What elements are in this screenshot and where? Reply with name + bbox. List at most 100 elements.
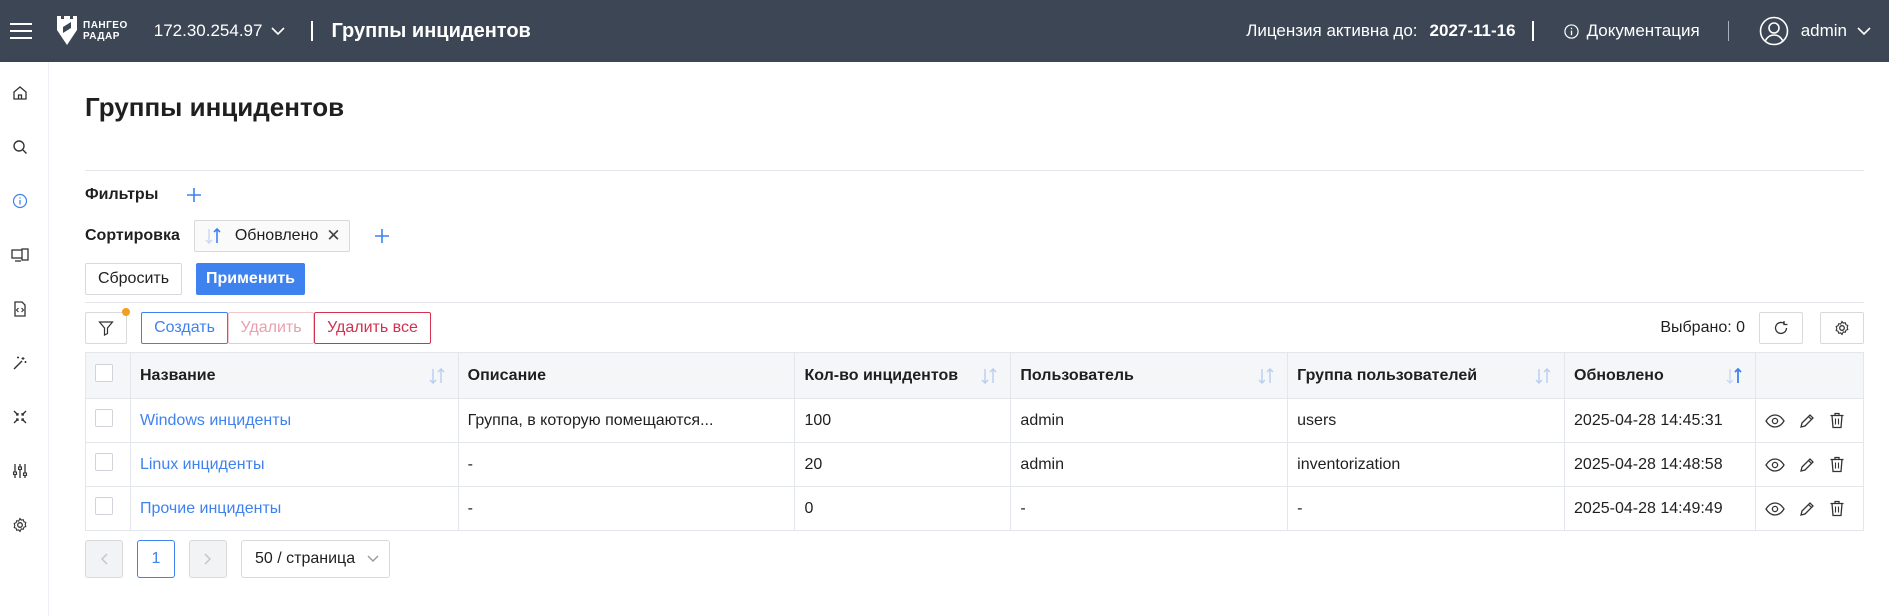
delete-all-button[interactable]: Удалить все xyxy=(314,312,431,344)
devices-icon xyxy=(11,248,29,262)
cell-description: - xyxy=(458,486,796,531)
table-row: Прочие инциденты - 0 - - 2025-04-28 14:4… xyxy=(85,486,1865,531)
cell-actions xyxy=(1755,442,1865,487)
sort-icon[interactable] xyxy=(427,366,449,386)
create-button[interactable]: Создать xyxy=(141,312,228,344)
sort-icon[interactable] xyxy=(1256,366,1278,386)
user-avatar-icon xyxy=(1759,16,1788,46)
gear-icon xyxy=(13,517,27,533)
filter-actions: Сбросить Применить xyxy=(85,263,305,295)
sorting-label: Сортировка xyxy=(85,227,180,244)
column-header-description: Описание xyxy=(458,352,796,399)
sidebar-item-tuning[interactable] xyxy=(10,461,30,481)
header-right: Лицензия активна до: 2027-11-16 Документ… xyxy=(1246,16,1889,46)
sidebar-item-home[interactable] xyxy=(10,83,30,103)
chevron-right-icon xyxy=(204,553,212,565)
filter-toggle-button[interactable] xyxy=(85,308,130,344)
trash-icon[interactable] xyxy=(1829,456,1845,473)
delete-button[interactable]: Удалить xyxy=(228,312,314,344)
close-icon[interactable]: ✕ xyxy=(326,226,340,246)
sort-icon[interactable] xyxy=(979,366,1001,386)
row-select-cell xyxy=(85,398,131,443)
row-checkbox[interactable] xyxy=(95,453,113,471)
logo-line-1: ПАНГЕО xyxy=(83,20,128,31)
documentation-link[interactable]: Документация xyxy=(1563,21,1700,41)
group-name-link[interactable]: Прочие инциденты xyxy=(140,500,281,517)
page-button-current[interactable]: 1 xyxy=(137,540,175,578)
select-all-checkbox[interactable] xyxy=(95,364,113,382)
refresh-button[interactable] xyxy=(1759,312,1803,344)
section-divider xyxy=(85,170,1864,171)
cell-description: - xyxy=(458,442,796,487)
column-header-name: Название xyxy=(130,352,459,399)
page-size-select[interactable]: 50 / страница xyxy=(241,540,390,578)
column-label: Пользователь xyxy=(1020,366,1134,384)
cell-user-group: inventorization xyxy=(1287,442,1566,487)
info-icon xyxy=(1563,23,1579,39)
trash-icon[interactable] xyxy=(1829,412,1845,429)
main-content: Группы инцидентов Фильтры Сортировка Обн… xyxy=(49,62,1889,616)
sort-ascending-icon[interactable] xyxy=(1724,366,1746,386)
row-select-cell xyxy=(85,486,131,531)
add-sort-button[interactable] xyxy=(374,228,390,244)
cell-user: admin xyxy=(1010,442,1289,487)
pencil-icon[interactable] xyxy=(1799,457,1815,473)
sidebar-item-settings[interactable] xyxy=(10,515,30,535)
column-header-user-group: Группа пользователей xyxy=(1287,352,1566,399)
sidebar-item-tools[interactable] xyxy=(10,353,30,373)
logo-text: ПАНГЕО РАДАР xyxy=(83,20,128,42)
pagination: 1 50 / страница xyxy=(85,540,390,578)
eye-icon[interactable] xyxy=(1765,413,1785,428)
logo-line-2: РАДАР xyxy=(83,31,120,42)
castle-logo-icon xyxy=(57,16,77,45)
collapse-icon xyxy=(13,410,27,424)
column-label: Обновлено xyxy=(1574,366,1664,384)
sidebar-item-incidents[interactable] xyxy=(10,191,30,211)
sidebar-item-merge[interactable] xyxy=(10,407,30,427)
section-divider xyxy=(85,302,1864,303)
sort-chip[interactable]: Обновлено ✕ xyxy=(193,220,350,252)
row-checkbox[interactable] xyxy=(95,497,113,515)
server-ip: 172.30.254.97 xyxy=(153,21,263,40)
trash-icon[interactable] xyxy=(1829,500,1845,517)
sidebar-item-rules[interactable] xyxy=(10,299,30,319)
sidebar xyxy=(0,62,49,616)
top-bar: ПАНГЕО РАДАР 172.30.254.97 Группы инциде… xyxy=(0,0,1889,62)
license-date: 2027-11-16 xyxy=(1429,21,1516,40)
sidebar-item-devices[interactable] xyxy=(10,245,30,265)
reset-button[interactable]: Сбросить xyxy=(85,263,182,295)
chevron-down-icon xyxy=(271,26,286,35)
cell-user: - xyxy=(1010,486,1289,531)
add-filter-button[interactable] xyxy=(186,187,202,203)
logo[interactable]: ПАНГЕО РАДАР xyxy=(55,13,128,49)
eye-icon[interactable] xyxy=(1765,457,1785,472)
eye-icon[interactable] xyxy=(1765,501,1785,516)
prev-page-button[interactable] xyxy=(85,540,123,578)
header-divider xyxy=(1727,21,1729,41)
column-label: Название xyxy=(139,366,216,384)
header-divider xyxy=(1531,21,1534,41)
cell-count: 100 xyxy=(794,398,1012,443)
table-settings-button[interactable] xyxy=(1820,312,1864,344)
cell-count: 0 xyxy=(794,486,1012,531)
sidebar-item-search[interactable] xyxy=(10,137,30,157)
column-header-user: Пользователь xyxy=(1010,352,1289,399)
sort-icon[interactable] xyxy=(1533,366,1555,386)
group-name-link[interactable]: Windows инциденты xyxy=(140,412,291,429)
next-page-button[interactable] xyxy=(189,540,227,578)
pencil-icon[interactable] xyxy=(1799,501,1815,517)
sorting-row: Сортировка Обновлено ✕ xyxy=(85,220,390,252)
cell-user-group: users xyxy=(1287,398,1566,443)
magic-wand-icon xyxy=(13,356,27,370)
user-menu[interactable]: admin xyxy=(1759,16,1871,46)
server-selector[interactable]: 172.30.254.97 xyxy=(154,21,286,41)
pencil-icon[interactable] xyxy=(1799,413,1815,429)
menu-icon[interactable] xyxy=(10,23,32,39)
row-checkbox[interactable] xyxy=(95,409,113,427)
cell-updated: 2025-04-28 14:48:58 xyxy=(1564,442,1756,487)
cell-count: 20 xyxy=(794,442,1012,487)
apply-button[interactable]: Применить xyxy=(196,263,305,295)
group-name-link[interactable]: Linux инциденты xyxy=(140,456,264,473)
documentation-label: Документация xyxy=(1586,21,1700,40)
table-row: Linux инциденты - 20 admin inventorizati… xyxy=(85,442,1865,487)
